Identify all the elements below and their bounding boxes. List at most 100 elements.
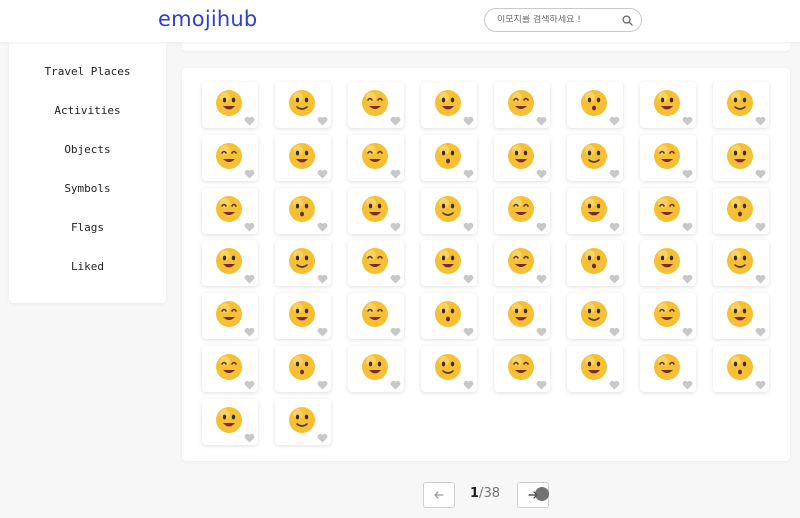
- heart-icon[interactable]: [536, 116, 547, 126]
- heart-icon[interactable]: [317, 380, 328, 390]
- emoji-card[interactable]: [275, 82, 331, 128]
- sidebar-item-liked[interactable]: Liked: [9, 260, 166, 273]
- emoji-card[interactable]: [275, 135, 331, 181]
- emoji-card[interactable]: [202, 82, 258, 128]
- heart-icon[interactable]: [682, 327, 693, 337]
- emoji-card[interactable]: [275, 240, 331, 286]
- emoji-card[interactable]: [202, 135, 258, 181]
- heart-icon[interactable]: [317, 169, 328, 179]
- heart-icon[interactable]: [244, 380, 255, 390]
- emoji-card[interactable]: [421, 82, 477, 128]
- heart-icon[interactable]: [317, 327, 328, 337]
- heart-icon[interactable]: [463, 327, 474, 337]
- emoji-card[interactable]: [202, 399, 258, 445]
- emoji-card[interactable]: [421, 240, 477, 286]
- emoji-card[interactable]: [567, 82, 623, 128]
- heart-icon[interactable]: [390, 169, 401, 179]
- heart-icon[interactable]: [536, 222, 547, 232]
- emoji-card[interactable]: [494, 240, 550, 286]
- heart-icon[interactable]: [755, 169, 766, 179]
- emoji-card[interactable]: [640, 188, 696, 234]
- emoji-card[interactable]: [640, 135, 696, 181]
- heart-icon[interactable]: [682, 274, 693, 284]
- heart-icon[interactable]: [609, 169, 620, 179]
- heart-icon[interactable]: [244, 116, 255, 126]
- emoji-card[interactable]: [567, 240, 623, 286]
- emoji-card[interactable]: [567, 346, 623, 392]
- emoji-card[interactable]: [421, 135, 477, 181]
- emoji-card[interactable]: [348, 293, 404, 339]
- heart-icon[interactable]: [244, 433, 255, 443]
- search-icon[interactable]: [621, 14, 633, 26]
- sidebar-item-activities[interactable]: Activities: [9, 104, 166, 117]
- prev-page-button[interactable]: [423, 482, 455, 508]
- emoji-card[interactable]: [494, 82, 550, 128]
- heart-icon[interactable]: [390, 222, 401, 232]
- heart-icon[interactable]: [755, 327, 766, 337]
- heart-icon[interactable]: [244, 274, 255, 284]
- search-input[interactable]: [497, 15, 615, 25]
- emoji-card[interactable]: [421, 346, 477, 392]
- emoji-card[interactable]: [494, 135, 550, 181]
- emoji-card[interactable]: [348, 135, 404, 181]
- heart-icon[interactable]: [755, 380, 766, 390]
- emoji-card[interactable]: [421, 188, 477, 234]
- heart-icon[interactable]: [609, 116, 620, 126]
- heart-icon[interactable]: [682, 169, 693, 179]
- emoji-card[interactable]: [202, 240, 258, 286]
- heart-icon[interactable]: [244, 327, 255, 337]
- emoji-card[interactable]: [713, 346, 769, 392]
- emoji-card[interactable]: [275, 346, 331, 392]
- sidebar-item-travel-places[interactable]: Travel Places: [9, 65, 166, 78]
- emoji-card[interactable]: [202, 188, 258, 234]
- heart-icon[interactable]: [609, 222, 620, 232]
- heart-icon[interactable]: [755, 274, 766, 284]
- sidebar-item-symbols[interactable]: Symbols: [9, 182, 166, 195]
- emoji-card[interactable]: [713, 135, 769, 181]
- heart-icon[interactable]: [682, 380, 693, 390]
- sidebar-item-objects[interactable]: Objects: [9, 143, 166, 156]
- heart-icon[interactable]: [536, 380, 547, 390]
- emoji-card[interactable]: [713, 82, 769, 128]
- heart-icon[interactable]: [317, 222, 328, 232]
- heart-icon[interactable]: [682, 222, 693, 232]
- heart-icon[interactable]: [317, 116, 328, 126]
- emoji-card[interactable]: [494, 293, 550, 339]
- emoji-card[interactable]: [275, 188, 331, 234]
- search-box[interactable]: [484, 8, 642, 32]
- emoji-card[interactable]: [713, 188, 769, 234]
- emoji-card[interactable]: [275, 293, 331, 339]
- emoji-card[interactable]: [640, 240, 696, 286]
- emoji-card[interactable]: [202, 293, 258, 339]
- heart-icon[interactable]: [536, 327, 547, 337]
- heart-icon[interactable]: [317, 433, 328, 443]
- emoji-card[interactable]: [567, 135, 623, 181]
- heart-icon[interactable]: [317, 274, 328, 284]
- emoji-card[interactable]: [640, 346, 696, 392]
- heart-icon[interactable]: [463, 116, 474, 126]
- emoji-card[interactable]: [348, 188, 404, 234]
- heart-icon[interactable]: [609, 274, 620, 284]
- emoji-card[interactable]: [494, 346, 550, 392]
- heart-icon[interactable]: [463, 222, 474, 232]
- heart-icon[interactable]: [609, 327, 620, 337]
- heart-icon[interactable]: [463, 380, 474, 390]
- heart-icon[interactable]: [755, 222, 766, 232]
- heart-icon[interactable]: [463, 169, 474, 179]
- heart-icon[interactable]: [536, 169, 547, 179]
- emoji-card[interactable]: [713, 293, 769, 339]
- emoji-card[interactable]: [348, 82, 404, 128]
- heart-icon[interactable]: [244, 222, 255, 232]
- heart-icon[interactable]: [755, 116, 766, 126]
- emoji-card[interactable]: [567, 188, 623, 234]
- heart-icon[interactable]: [536, 274, 547, 284]
- emoji-card[interactable]: [421, 293, 477, 339]
- heart-icon[interactable]: [390, 116, 401, 126]
- emoji-card[interactable]: [640, 82, 696, 128]
- emoji-card[interactable]: [202, 346, 258, 392]
- logo[interactable]: emojihub: [158, 7, 257, 31]
- heart-icon[interactable]: [244, 169, 255, 179]
- emoji-card[interactable]: [640, 293, 696, 339]
- emoji-card[interactable]: [567, 293, 623, 339]
- emoji-card[interactable]: [348, 240, 404, 286]
